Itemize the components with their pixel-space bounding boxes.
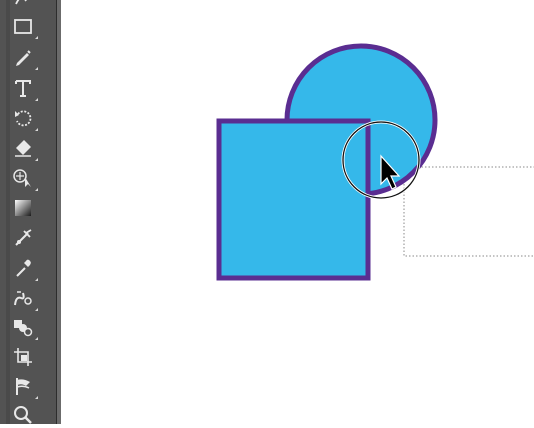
submenu-indicator — [35, 278, 38, 281]
submenu-indicator — [35, 98, 38, 101]
shaper-icon[interactable] — [10, 0, 36, 12]
eraser-tool-icon[interactable] — [10, 135, 38, 161]
shape-builder-tool-icon[interactable] — [10, 165, 38, 191]
blend-tool-icon[interactable] — [10, 285, 38, 311]
submenu-indicator — [35, 36, 38, 39]
submenu-indicator — [35, 67, 38, 70]
submenu-indicator — [35, 128, 38, 131]
submenu-indicator — [35, 396, 38, 399]
artboard-tool-icon[interactable] — [10, 344, 36, 370]
pencil-tool-icon[interactable] — [10, 44, 38, 70]
slice-tool-icon[interactable] — [10, 373, 38, 399]
mesh-tool-icon[interactable] — [10, 225, 36, 251]
submenu-indicator — [35, 308, 38, 311]
gradient-tool-icon[interactable] — [10, 195, 36, 221]
eyedropper-tool-icon[interactable] — [10, 255, 38, 281]
rectangle-tool-icon[interactable] — [10, 13, 38, 39]
dotted-selection-marquee — [403, 166, 534, 257]
submenu-indicator — [35, 158, 38, 161]
type-tool-icon[interactable] — [10, 75, 38, 101]
symbol-sprayer-tool-icon[interactable] — [10, 314, 38, 340]
submenu-indicator — [35, 337, 38, 340]
submenu-indicator — [35, 188, 38, 191]
artboard-canvas[interactable] — [61, 0, 534, 424]
zoom-tool-icon[interactable] — [10, 402, 36, 428]
tools-panel — [0, 0, 57, 424]
rotate-tool-icon[interactable] — [10, 105, 38, 131]
